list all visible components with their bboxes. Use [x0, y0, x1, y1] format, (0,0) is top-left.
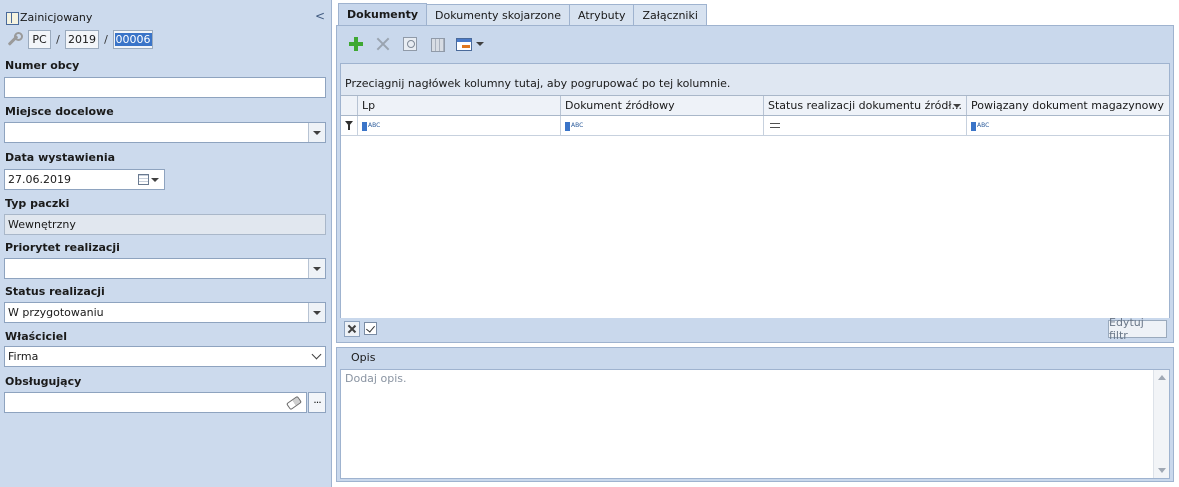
field-label: Obsługujący	[5, 375, 82, 388]
close-icon	[348, 325, 356, 333]
text-filter-icon: ABC	[362, 122, 380, 131]
tab-atrybuty[interactable]: Atrybuty	[569, 4, 635, 25]
eraser-icon	[285, 395, 303, 410]
filter-cell-powiazany-dokument[interactable]: ABC	[966, 116, 1169, 135]
description-title: Opis	[351, 351, 376, 364]
column-header-label: Status realizacji dokumentu źródł...	[768, 99, 962, 112]
wrench-icon[interactable]	[5, 31, 23, 47]
select-value: Firma	[8, 350, 39, 363]
dismantle-button[interactable]	[426, 34, 448, 54]
date-value: 27.06.2019	[8, 173, 71, 186]
equals-filter-icon	[770, 123, 780, 128]
document-status: Zainicjowany	[20, 10, 93, 24]
dropdown-arrow-icon	[151, 177, 159, 182]
dropdown-button[interactable]	[308, 123, 325, 142]
number-separator: /	[56, 32, 60, 46]
typ-paczki-value: Wewnętrzny	[4, 214, 326, 235]
column-header-dokument-zrodlowy[interactable]: Dokument źródłowy	[560, 96, 763, 115]
tab-zalaczniki[interactable]: Załączniki	[633, 4, 707, 25]
select-value: W przygotowaniu	[8, 306, 104, 319]
add-button[interactable]	[345, 34, 367, 54]
filter-cell-lp[interactable]: ABC	[357, 116, 560, 135]
obslugujacy-input[interactable]	[4, 392, 307, 413]
status-row: Zainicjowany	[5, 9, 92, 25]
scroll-down-icon[interactable]	[1158, 468, 1166, 473]
group-by-area[interactable]: Przeciągnij nagłówek kolumny tutaj, aby …	[341, 64, 1169, 96]
number-year: 2019	[65, 29, 99, 49]
field-label: Data wystawienia	[5, 151, 116, 164]
text-filter-icon: ABC	[565, 122, 583, 131]
field-label: Właściciel	[5, 330, 67, 343]
toolbar	[345, 34, 487, 54]
data-wystawienia-input[interactable]: 27.06.2019	[4, 169, 165, 190]
priorytet-select[interactable]	[4, 258, 326, 279]
dropdown-arrow-icon	[313, 310, 321, 315]
description-textarea[interactable]: Dodaj opis.	[340, 369, 1170, 479]
field-label: Miejsce docelowe	[5, 105, 114, 118]
book-icon	[5, 11, 19, 25]
field-label: Priorytet realizacji	[5, 241, 120, 254]
wlasciciel-select[interactable]: Firma	[4, 346, 326, 367]
edit-filter-button[interactable]: Edytuj filtr	[1108, 316, 1167, 342]
collapse-panel-button[interactable]: <	[314, 9, 326, 23]
delete-icon	[376, 37, 390, 51]
description-panel: Opis Dodaj opis.	[336, 347, 1174, 482]
description-placeholder: Dodaj opis.	[345, 372, 407, 385]
miejsce-docelowe-select[interactable]	[4, 122, 326, 143]
dropdown-button[interactable]	[308, 259, 325, 278]
delete-button[interactable]	[372, 34, 394, 54]
dropdown-button[interactable]	[308, 303, 325, 322]
grid-header: Lp Dokument źródłowy Status realizacji d…	[341, 96, 1169, 116]
dropdown-arrow-icon	[313, 266, 321, 271]
export-icon	[456, 37, 472, 51]
preview-button[interactable]	[399, 34, 421, 54]
filter-cell-status[interactable]	[763, 116, 966, 135]
filter-dropdown-icon[interactable]	[953, 104, 961, 108]
documents-panel: Przeciągnij nagłówek kolumny tutaj, aby …	[336, 25, 1174, 343]
number-counter-input[interactable]: 00006	[113, 29, 153, 49]
column-header-lp[interactable]: Lp	[357, 96, 560, 115]
filter-enabled-checkbox[interactable]	[364, 322, 377, 335]
details-panel: Zainicjowany < PC / 2019 / 00006 Numer o…	[0, 0, 332, 487]
filter-icon	[345, 120, 353, 131]
filter-cell-dokument-zrodlowy[interactable]: ABC	[560, 116, 763, 135]
dropdown-button[interactable]	[308, 347, 325, 366]
tab-bar: Dokumenty Dokumenty skojarzone Atrybuty …	[338, 3, 707, 25]
dismantle-icon	[430, 37, 445, 52]
plus-icon	[349, 37, 363, 51]
filter-row-indicator	[341, 116, 357, 135]
field-label: Typ paczki	[5, 197, 70, 210]
text-filter-icon: ABC	[971, 122, 989, 131]
documents-grid: Przeciągnij nagłówek kolumny tutaj, aby …	[340, 63, 1170, 340]
column-header-status-realizacji[interactable]: Status realizacji dokumentu źródł...	[763, 96, 966, 115]
calendar-button[interactable]	[138, 172, 162, 187]
filter-panel: Edytuj filtr	[340, 316, 1170, 342]
chevron-down-icon	[311, 349, 322, 360]
calendar-icon	[138, 174, 149, 185]
more-button[interactable]: ···	[308, 392, 326, 413]
preview-icon	[403, 37, 417, 51]
field-label: Numer obcy	[5, 59, 80, 72]
check-icon	[366, 322, 375, 333]
tab-dokumenty-skojarzone[interactable]: Dokumenty skojarzone	[426, 4, 571, 25]
number-separator: /	[104, 32, 108, 46]
clear-button[interactable]	[283, 394, 305, 411]
status-realizacji-select[interactable]: W przygotowaniu	[4, 302, 326, 323]
dropdown-arrow-icon	[313, 130, 321, 135]
vertical-scrollbar[interactable]	[1153, 370, 1169, 478]
number-prefix: PC	[28, 29, 51, 49]
field-label: Status realizacji	[5, 285, 105, 298]
row-indicator-header	[341, 96, 357, 115]
filter-row: ABC ABC ABC	[341, 116, 1169, 136]
dropdown-arrow-icon	[476, 42, 484, 46]
tab-dokumenty[interactable]: Dokumenty	[338, 3, 428, 25]
scroll-up-icon[interactable]	[1158, 375, 1166, 380]
column-header-powiazany-dokument[interactable]: Powiązany dokument magazynowy	[966, 96, 1169, 115]
close-filter-button[interactable]	[344, 321, 360, 337]
document-number: PC / 2019 / 00006	[5, 29, 153, 49]
export-button[interactable]	[453, 34, 487, 54]
numer-obcy-input[interactable]	[4, 77, 326, 98]
